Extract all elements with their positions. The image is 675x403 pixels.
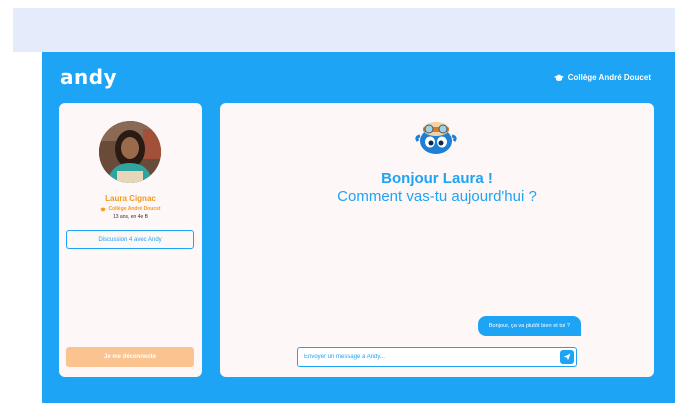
send-arrow-icon xyxy=(563,353,571,361)
user-details: 13 ans, en 4e B xyxy=(112,214,149,220)
user-school-name: Collège André Doucet xyxy=(108,206,161,212)
logout-button[interactable]: Je me déconnecte xyxy=(66,347,194,367)
header-school: Collège André Doucet xyxy=(553,73,651,82)
discussion-button[interactable]: Discussion 4 avec Andy xyxy=(66,230,194,249)
app-window: andy Collège André Doucet Laura Cignac C… xyxy=(42,52,675,403)
message-input[interactable] xyxy=(304,348,552,366)
browser-top-band xyxy=(13,8,675,52)
greeting-subtitle: Comment vas-tu aujourd'hui ? xyxy=(337,188,537,205)
graduation-cap-icon xyxy=(553,74,564,81)
user-school: Collège André Doucet xyxy=(59,206,202,212)
user-name: Laura Cignac xyxy=(105,194,156,203)
send-button[interactable] xyxy=(560,350,574,364)
graduation-cap-icon xyxy=(100,206,107,211)
andy-mascot-icon xyxy=(415,122,457,154)
user-message-bubble: Bonjour, ça va plutôt bien et toi ? xyxy=(477,316,581,336)
header-school-name: Collège André Doucet xyxy=(567,73,651,82)
chat-panel: Bonjour Laura ! Comment vas-tu aujourd'h… xyxy=(220,103,654,377)
greeting-title: Bonjour Laura ! xyxy=(381,170,493,187)
avatar xyxy=(99,121,161,183)
message-composer xyxy=(297,347,577,367)
profile-sidebar: Laura Cignac Collège André Doucet 13 ans… xyxy=(59,103,202,377)
andy-logo[interactable]: andy xyxy=(60,65,117,89)
